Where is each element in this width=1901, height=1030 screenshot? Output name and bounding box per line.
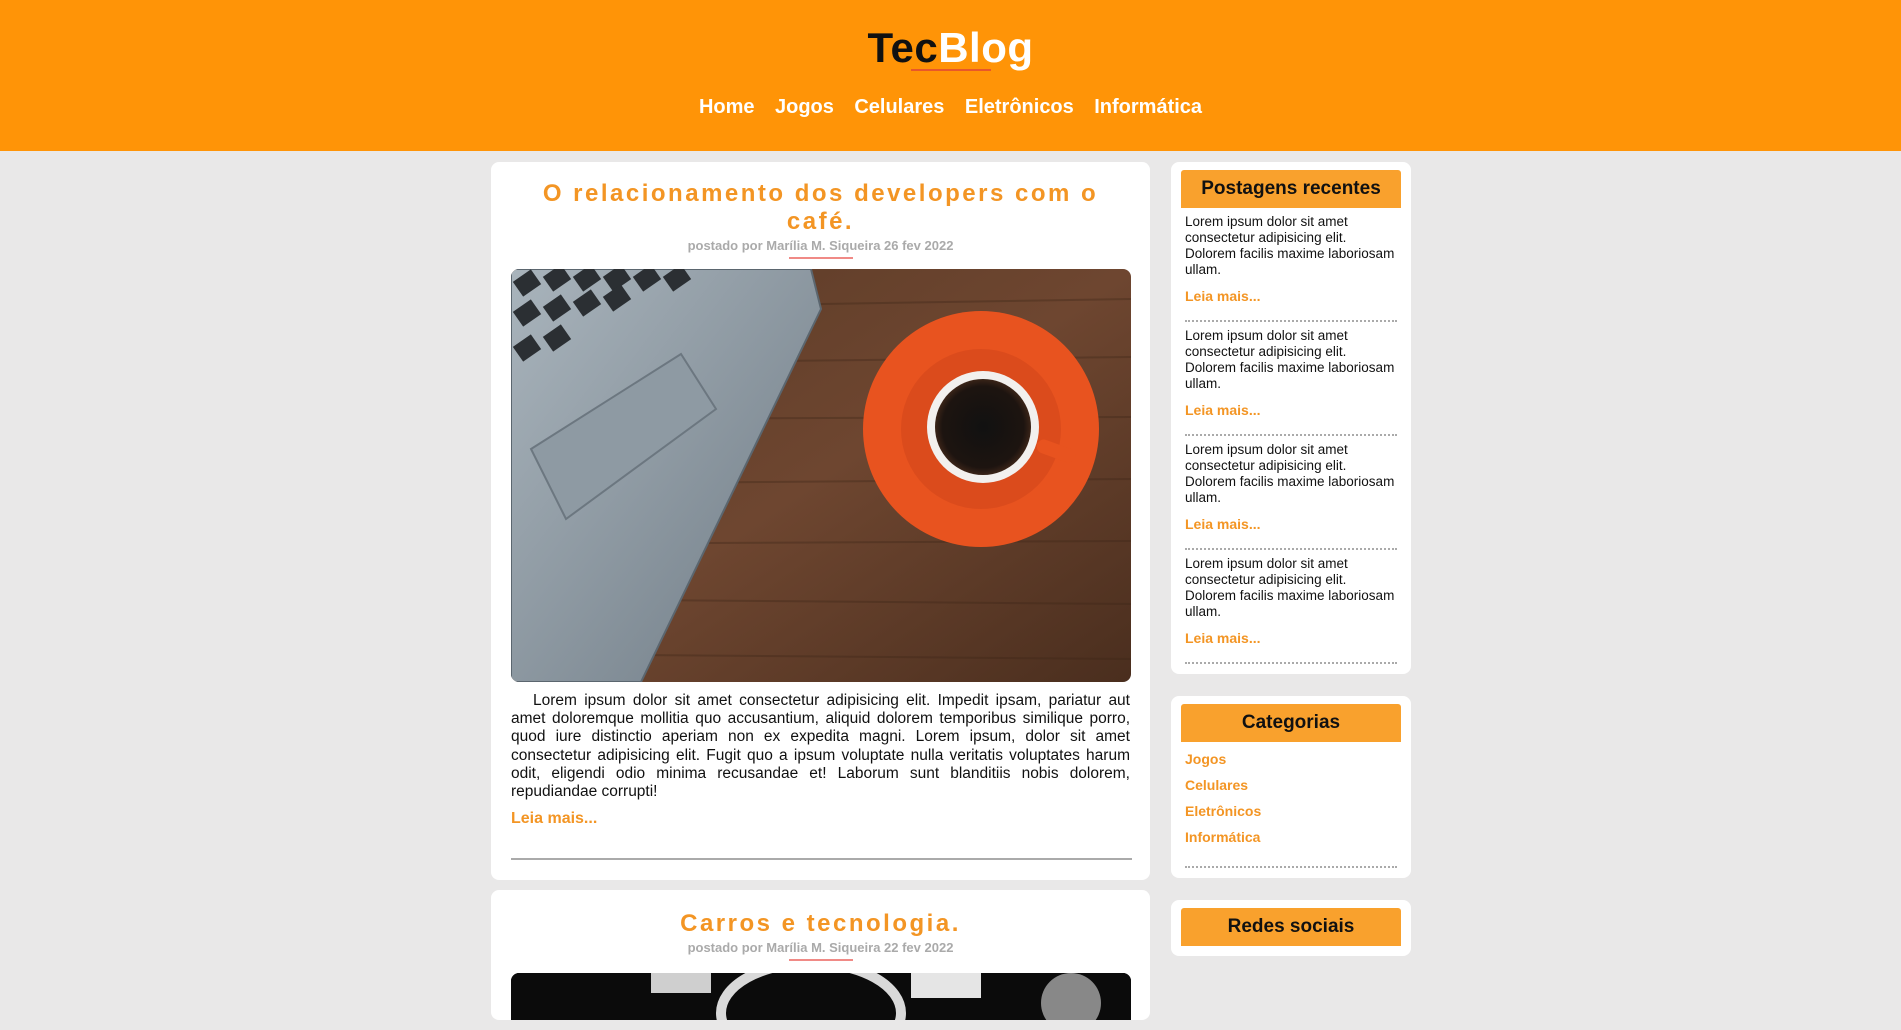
post-title[interactable]: O relacionamento dos developers com o ca… [511,180,1130,236]
nav-celulares[interactable]: Celulares [854,96,944,118]
dotted-divider [1185,866,1397,868]
sidebar: Postagens recentes Lorem ipsum dolor sit… [1171,162,1411,978]
category-celulares[interactable]: Celulares [1185,772,1397,798]
recent-post-text: Lorem ipsum dolor sit amet consectetur a… [1185,214,1395,277]
recent-posts-widget: Postagens recentes Lorem ipsum dolor sit… [1171,162,1411,674]
site-logo[interactable]: TecBlog [0,24,1901,72]
post-card: O relacionamento dos developers com o ca… [491,162,1150,881]
nav-eletronicos[interactable]: Eletrônicos [965,96,1074,118]
category-list: Jogos Celulares Eletrônicos Informática [1181,742,1401,868]
post-divider [511,858,1132,861]
post-title[interactable]: Carros e tecnologia. [511,910,1130,938]
post-image-laptop-coffee[interactable] [511,269,1131,682]
logo-underline [911,69,991,71]
logo-part-tec: Tec [867,24,939,71]
recent-post-link[interactable]: Leia mais... [1185,288,1397,304]
category-jogos[interactable]: Jogos [1185,746,1397,772]
category-eletronicos[interactable]: Eletrônicos [1185,798,1397,824]
laptop-coffee-illustration [511,269,1131,682]
post-card: Carros e tecnologia. postado por Marília… [491,890,1150,1021]
post-excerpt: Lorem ipsum dolor sit amet consectetur a… [511,692,1130,801]
recent-post-text: Lorem ipsum dolor sit amet consectetur a… [1185,556,1395,619]
recent-post-item: Lorem ipsum dolor sit amet consectetur a… [1181,550,1401,664]
social-title: Redes sociais [1181,908,1401,946]
recent-post-link[interactable]: Leia mais... [1185,516,1397,532]
read-more-link[interactable]: Leia mais... [511,810,597,828]
dotted-divider [1185,662,1397,664]
site-header: TecBlog Home Jogos Celulares Eletrônicos… [0,0,1901,151]
categories-widget: Categorias Jogos Celulares Eletrônicos I… [1171,696,1411,878]
post-image-car[interactable] [511,973,1131,1021]
recent-post-text: Lorem ipsum dolor sit amet consectetur a… [1185,442,1395,505]
recent-post-item: Lorem ipsum dolor sit amet consectetur a… [1181,322,1401,436]
logo-part-blog: Blog [938,24,1034,71]
nav-informatica[interactable]: Informática [1094,96,1202,118]
nav-home[interactable]: Home [699,96,755,118]
recent-post-item: Lorem ipsum dolor sit amet consectetur a… [1181,436,1401,550]
category-informatica[interactable]: Informática [1185,824,1397,850]
nav-jogos[interactable]: Jogos [775,96,834,118]
recent-post-link[interactable]: Leia mais... [1185,402,1397,418]
meta-divider [788,257,853,259]
recent-post-link[interactable]: Leia mais... [1185,630,1397,646]
car-dashboard-illustration [511,973,1131,1021]
recent-posts-title: Postagens recentes [1181,170,1401,208]
meta-divider [788,959,853,962]
post-meta: postado por Marília M. Siqueira 22 fev 2… [687,940,954,956]
recent-post-item: Lorem ipsum dolor sit amet consectetur a… [1181,208,1401,322]
post-meta: postado por Marília M. Siqueira 26 fev 2… [687,238,954,253]
social-widget: Redes sociais [1171,900,1411,956]
recent-post-text: Lorem ipsum dolor sit amet consectetur a… [1185,328,1395,391]
posts-column: O relacionamento dos developers com o ca… [491,162,1150,1030]
main-nav: Home Jogos Celulares Eletrônicos Informá… [0,96,1901,119]
categories-title: Categorias [1181,704,1401,742]
